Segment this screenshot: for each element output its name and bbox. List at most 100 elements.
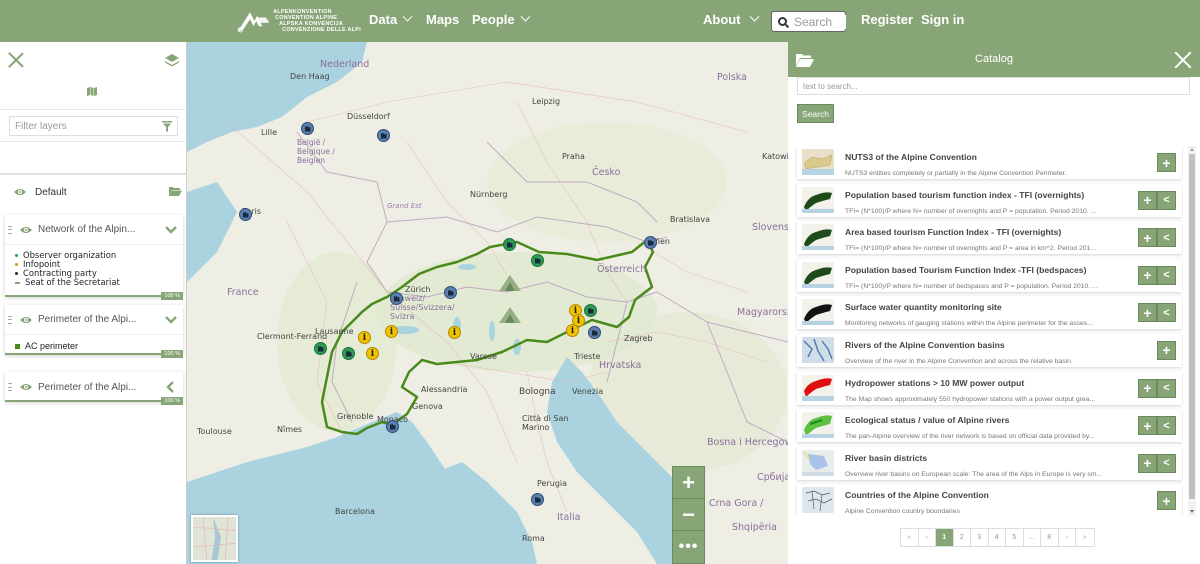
page-link[interactable]: › <box>1059 529 1076 546</box>
scroll-up-arrow-icon[interactable] <box>1190 148 1194 151</box>
infopoint-marker[interactable]: i <box>448 326 461 339</box>
contracting-party-marker[interactable] <box>239 208 252 221</box>
contracting-party-marker[interactable] <box>390 292 403 305</box>
page-link[interactable]: ... <box>1024 529 1041 546</box>
observer-organization-marker[interactable] <box>584 304 597 317</box>
register-link[interactable]: Register <box>861 12 913 27</box>
map-label-zurich: Zürich <box>405 285 431 294</box>
add-layer-button[interactable]: + <box>1138 303 1157 323</box>
page-link[interactable]: 3 <box>971 529 989 546</box>
nav-about-dropdown[interactable]: About <box>703 11 759 27</box>
nav-people-dropdown[interactable]: People <box>472 11 531 27</box>
nav-maps-link[interactable]: Maps <box>426 12 459 27</box>
catalog-item: Ecological status / value of Alpine rive… <box>797 409 1182 443</box>
catalog-search-button[interactable]: Search <box>797 104 834 123</box>
layer-header[interactable]: Network of the Alpin... <box>5 215 183 245</box>
page-link[interactable]: 2 <box>954 529 971 546</box>
catalog-scrollbar[interactable] <box>1188 146 1196 516</box>
add-layer-button[interactable]: + <box>1157 340 1176 360</box>
page-link[interactable]: 8 <box>1041 529 1059 546</box>
contracting-party-marker[interactable] <box>531 493 544 506</box>
contracting-party-marker[interactable] <box>377 129 390 142</box>
add-layer-button[interactable]: + <box>1138 190 1157 210</box>
contracting-party-marker[interactable] <box>386 420 399 433</box>
show-details-button[interactable]: < <box>1157 265 1176 285</box>
map-label-varese: Varese <box>470 352 497 361</box>
page-link[interactable]: ‹ <box>919 529 936 546</box>
layer-header[interactable]: Perimeter of the Alpi... <box>5 372 183 402</box>
show-details-button[interactable]: < <box>1157 190 1176 210</box>
zoom-out-button[interactable]: − <box>673 499 704 531</box>
add-layer-button[interactable]: + <box>1138 228 1157 248</box>
eye-icon[interactable] <box>20 226 32 234</box>
page-current[interactable]: 1 <box>936 529 954 546</box>
layer-thumbnail <box>802 487 834 514</box>
page-link[interactable]: 4 <box>989 529 1006 546</box>
sign-in-link[interactable]: Sign in <box>921 12 964 27</box>
map-view[interactable]: Den Haag Nederland Düsseldorf Lille Belg… <box>187 42 788 564</box>
legend-label: AC perimeter <box>25 341 79 351</box>
contracting-party-marker[interactable] <box>301 122 314 135</box>
eye-icon[interactable] <box>14 188 26 196</box>
layer-group-default[interactable]: Default <box>14 185 184 199</box>
show-details-button[interactable]: < <box>1157 416 1176 436</box>
infopoint-marker[interactable]: i <box>358 331 371 344</box>
infopoint-marker[interactable]: i <box>566 324 579 337</box>
close-icon[interactable] <box>1175 52 1191 68</box>
eye-icon[interactable] <box>20 316 32 324</box>
page-link[interactable]: « <box>901 529 919 546</box>
add-layer-button[interactable]: + <box>1138 416 1157 436</box>
map-icon[interactable] <box>87 87 97 96</box>
alpine-convention-logo[interactable]: ALPENKONVENTION CONVENTION ALPINE ALPSKA… <box>236 6 361 36</box>
filter-layers-input[interactable] <box>15 120 155 132</box>
background-switcher-thumbnail[interactable] <box>191 515 238 562</box>
show-details-button[interactable]: < <box>1157 378 1176 398</box>
observer-organization-marker[interactable] <box>314 342 327 355</box>
show-details-button[interactable]: < <box>1157 453 1176 473</box>
show-details-button[interactable]: < <box>1157 303 1176 323</box>
secretariat-seat-icon[interactable] <box>499 307 521 323</box>
add-layer-button[interactable]: + <box>1157 153 1176 172</box>
layer-card-perimeter-2: Perimeter of the Alpi... 100 % <box>5 372 183 405</box>
observer-organization-marker[interactable] <box>503 238 516 251</box>
contracting-party-marker[interactable] <box>588 326 601 339</box>
drag-handle-icon[interactable] <box>8 383 12 391</box>
add-layer-button[interactable]: + <box>1138 378 1157 398</box>
observer-organization-marker[interactable] <box>342 347 355 360</box>
catalog-search-input[interactable] <box>797 77 1190 95</box>
show-details-button[interactable]: < <box>1157 228 1176 248</box>
add-layer-button[interactable]: + <box>1138 265 1157 285</box>
zoom-in-button[interactable]: + <box>673 467 704 499</box>
chevron-down-icon[interactable] <box>165 224 177 236</box>
chevron-down-icon[interactable] <box>165 314 177 326</box>
contracting-party-marker[interactable] <box>444 286 457 299</box>
observer-organization-marker[interactable] <box>531 254 544 267</box>
chevron-left-icon[interactable] <box>165 381 177 393</box>
opacity-slider[interactable] <box>5 353 183 355</box>
add-layer-button[interactable]: + <box>1157 491 1176 511</box>
more-options-button[interactable]: ••• <box>673 531 704 563</box>
layer-header[interactable]: Perimeter of the Alpi... <box>5 305 183 335</box>
drag-handle-icon[interactable] <box>8 225 12 234</box>
secretariat-seat-icon[interactable] <box>499 275 521 291</box>
nav-data-dropdown[interactable]: Data <box>369 11 413 27</box>
page-link[interactable]: 5 <box>1006 529 1024 546</box>
contracting-party-marker[interactable] <box>644 236 657 249</box>
filter-icon[interactable] <box>162 121 172 132</box>
catalog-item-description: Overview river basins on European scale:… <box>845 470 1103 478</box>
drag-handle-icon[interactable] <box>8 315 12 324</box>
opacity-slider[interactable] <box>5 400 183 402</box>
infopoint-marker[interactable]: i <box>366 347 379 360</box>
nav-search-input[interactable] <box>794 14 846 29</box>
scrollbar-thumb[interactable] <box>1189 154 1195 499</box>
map-label-leipzig: Leipzig <box>532 97 561 106</box>
folder-open-icon[interactable] <box>169 186 182 196</box>
page-link[interactable]: » <box>1076 529 1094 546</box>
add-layer-button[interactable]: + <box>1138 453 1157 473</box>
infopoint-marker[interactable]: i <box>385 325 398 338</box>
layers-icon[interactable] <box>164 52 180 68</box>
scroll-down-arrow-icon[interactable] <box>1190 510 1194 513</box>
opacity-slider[interactable] <box>5 295 183 297</box>
close-icon[interactable] <box>8 52 24 68</box>
eye-icon[interactable] <box>20 383 32 391</box>
